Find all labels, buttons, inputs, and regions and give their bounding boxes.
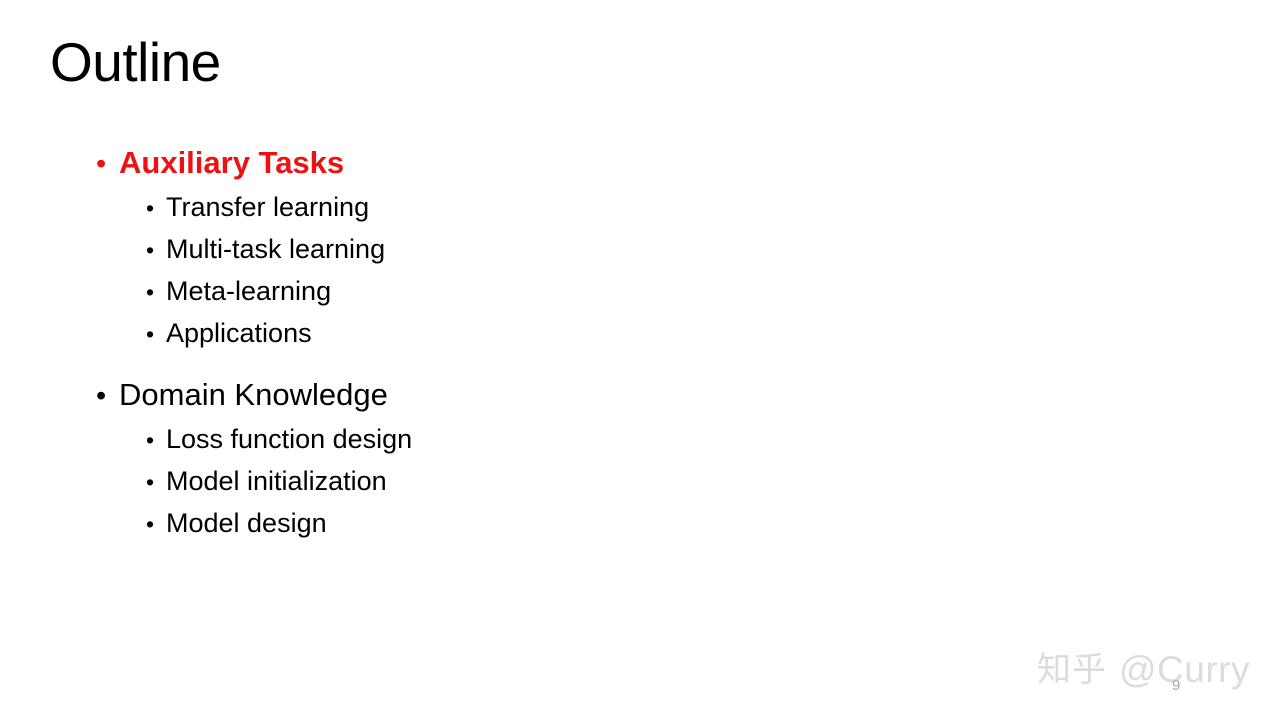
bullet-point-icon: •: [146, 236, 155, 263]
bullet-point-icon: •: [146, 468, 155, 495]
outline-heading-label: Domain Knowledge: [119, 376, 388, 412]
outline-item-multi-task-learning[interactable]: • Multi-task learning: [146, 229, 1096, 270]
outline-item-meta-learning[interactable]: • Meta-learning: [146, 271, 1096, 312]
outline-item-label: Loss function design: [166, 423, 413, 454]
outline-item-model-design[interactable]: • Model design: [146, 503, 1096, 544]
slide-canvas: Outline • Auxiliary Tasks • Transfer lea…: [0, 0, 1280, 720]
outline-item-loss-function-design[interactable]: • Loss function design: [146, 419, 1096, 460]
bullet-point-icon: •: [96, 379, 107, 412]
watermark-handle: @Curry: [1118, 649, 1250, 690]
zhihu-logo-text: 知乎: [1036, 649, 1107, 690]
bullet-point-icon: •: [146, 194, 155, 221]
outline-item-label: Applications: [166, 317, 312, 348]
outline-item-transfer-learning[interactable]: • Transfer learning: [146, 187, 1096, 228]
outline-heading-auxiliary-tasks[interactable]: • Auxiliary Tasks: [96, 142, 1096, 185]
bullet-point-icon: •: [146, 320, 155, 347]
bullet-point-icon: •: [96, 148, 107, 180]
slide-number: 9: [1172, 677, 1181, 694]
bullet-point-icon: •: [146, 278, 155, 305]
outline-item-applications[interactable]: • Applications: [146, 313, 1096, 354]
bullet-point-icon: •: [146, 426, 155, 453]
outline-item-label: Model initialization: [166, 465, 387, 496]
outline-item-model-initialization[interactable]: • Model initialization: [146, 461, 1096, 502]
outline-item-label: Model design: [166, 507, 327, 538]
outline-heading-label: Auxiliary Tasks: [119, 145, 345, 180]
page-title: Outline: [50, 31, 221, 93]
outline-list: • Auxiliary Tasks • Transfer learning • …: [96, 142, 1096, 545]
watermark: 知乎 @Curry: [1037, 651, 1250, 688]
outline-item-label: Transfer learning: [166, 191, 370, 222]
bullet-point-icon: •: [146, 510, 155, 537]
outline-item-label: Multi-task learning: [166, 233, 386, 264]
outline-item-label: Meta-learning: [166, 275, 332, 306]
outline-heading-domain-knowledge[interactable]: • Domain Knowledge: [96, 374, 1096, 417]
